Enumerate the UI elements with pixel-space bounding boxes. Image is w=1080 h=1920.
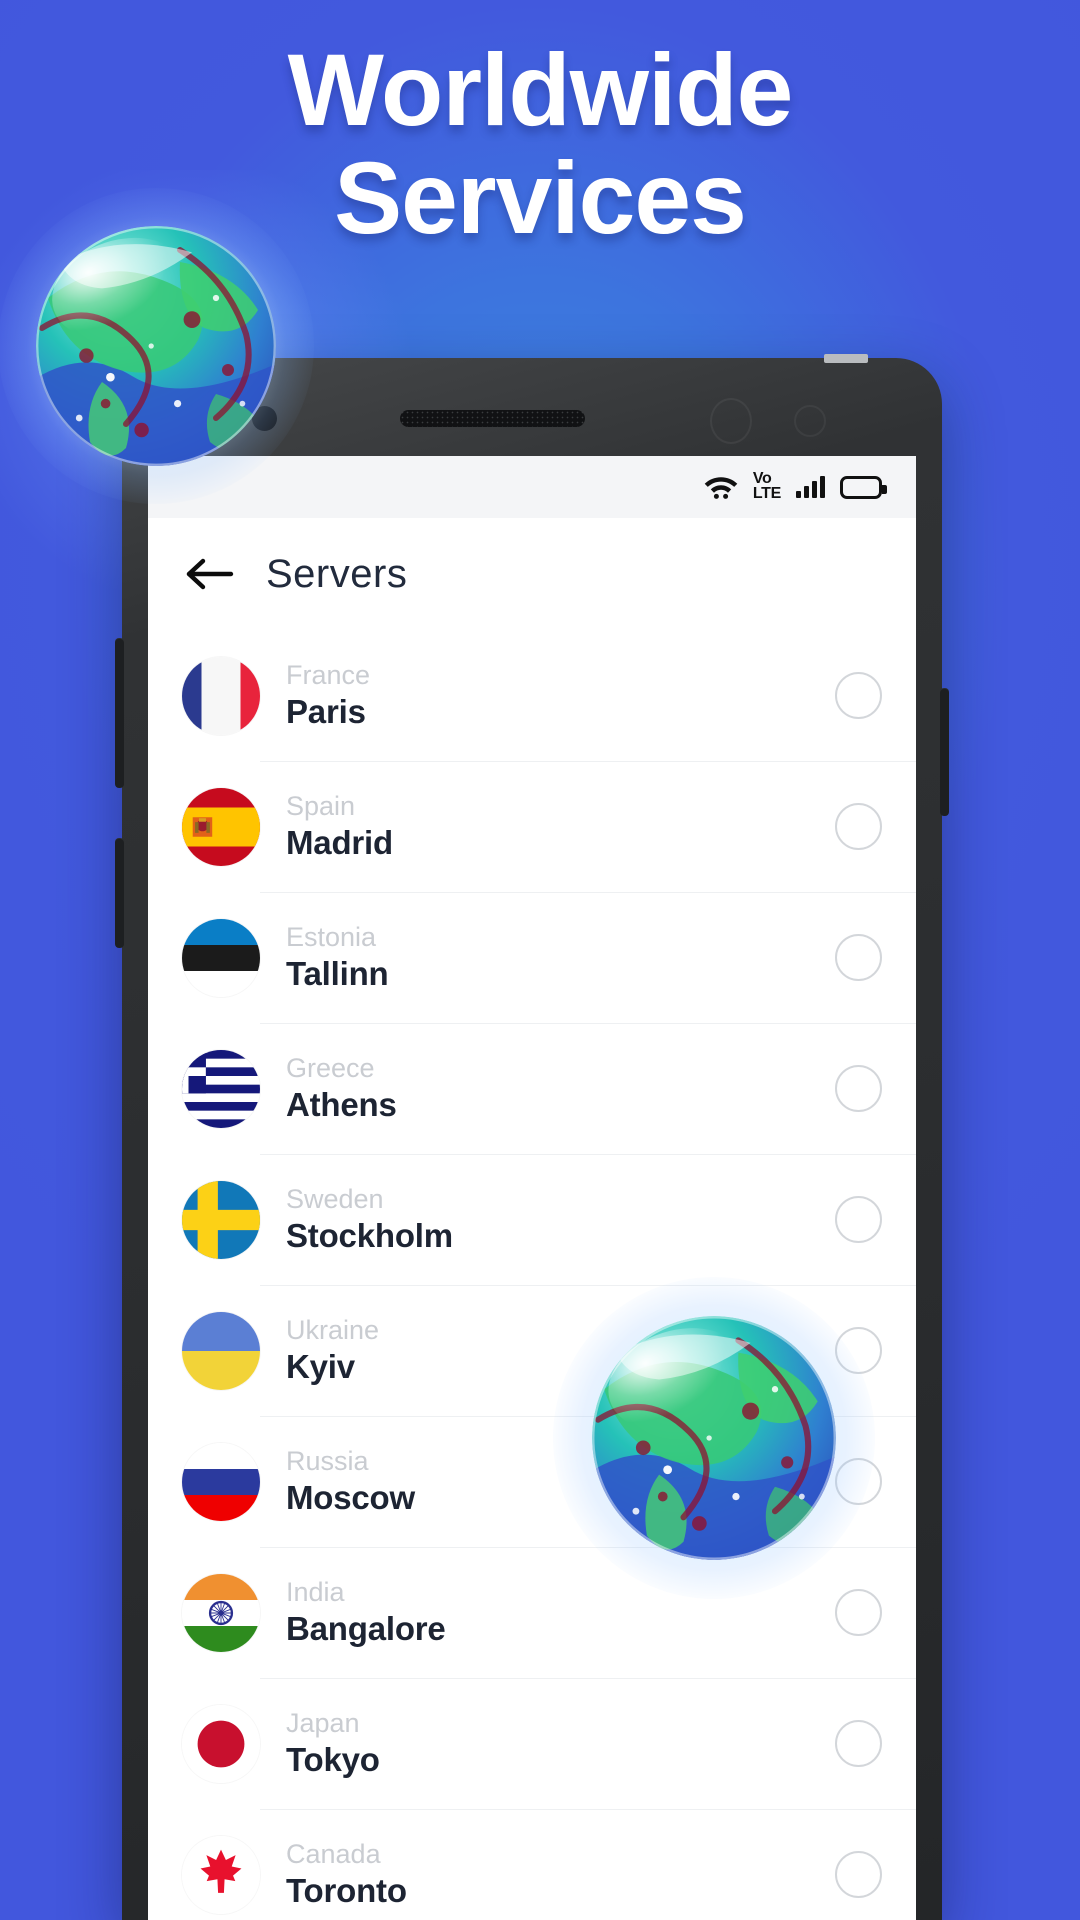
server-info: Greece Athens xyxy=(286,1053,835,1124)
phone-mockup: Vo LTE Servers France Paris Spain Madrid… xyxy=(115,354,949,1920)
flag-canada-icon xyxy=(182,1835,260,1914)
city-label: Tallinn xyxy=(286,954,389,992)
flag-greece-icon xyxy=(182,1049,260,1128)
server-radio-button[interactable] xyxy=(835,1589,882,1636)
city-label: Stockholm xyxy=(286,1216,453,1254)
country-label: Canada xyxy=(286,1838,381,1869)
power-button[interactable] xyxy=(940,688,949,816)
country-label: Greece xyxy=(286,1052,375,1083)
table-row[interactable]: Estonia Tallinn xyxy=(148,892,916,1023)
server-radio-button[interactable] xyxy=(835,1720,882,1767)
city-label: Tokyo xyxy=(286,1740,380,1778)
table-row[interactable]: Japan Tokyo xyxy=(148,1678,916,1809)
city-label: Bangalore xyxy=(286,1609,446,1647)
server-list[interactable]: France Paris Spain Madrid Estonia Tallin… xyxy=(148,630,916,1920)
flag-russia-icon xyxy=(182,1442,260,1521)
flag-japan-icon xyxy=(182,1704,260,1783)
table-row[interactable]: Greece Athens xyxy=(148,1023,916,1154)
flag-sweden-icon xyxy=(182,1180,260,1259)
volte-label-bottom: LTE xyxy=(752,485,781,502)
country-label: Spain xyxy=(286,790,356,821)
globe-icon xyxy=(0,187,315,505)
city-label: Paris xyxy=(286,692,366,730)
server-radio-button[interactable] xyxy=(835,1851,882,1898)
flag-france-icon xyxy=(182,656,260,735)
flag-ukraine-icon xyxy=(182,1311,260,1390)
volume-up-button[interactable] xyxy=(115,638,124,788)
globe-icon xyxy=(552,1276,876,1600)
table-row[interactable]: Spain Madrid xyxy=(148,761,916,892)
table-row[interactable]: France Paris xyxy=(148,630,916,761)
headline-line-1: Worldwide xyxy=(287,33,794,147)
server-info: Canada Toronto xyxy=(286,1839,835,1910)
globe-sphere xyxy=(592,1316,836,1560)
server-info: Spain Madrid xyxy=(286,791,835,862)
wifi-icon xyxy=(704,474,738,500)
country-label: Estonia xyxy=(286,921,377,952)
server-radio-button[interactable] xyxy=(835,672,882,719)
volume-down-button[interactable] xyxy=(115,838,124,948)
page-title: Servers xyxy=(266,551,408,596)
battery-icon xyxy=(840,475,887,499)
status-bar: Vo LTE xyxy=(148,456,916,518)
country-label: Japan xyxy=(286,1707,360,1738)
sensor-ring-b-icon xyxy=(794,405,826,437)
phone-screen: Vo LTE Servers France Paris Spain Madrid… xyxy=(148,456,916,1920)
country-label: France xyxy=(286,659,371,690)
city-label: Toronto xyxy=(286,1871,407,1909)
volte-indicator: Vo LTE xyxy=(752,471,781,502)
flag-estonia-icon xyxy=(182,918,260,997)
server-radio-button[interactable] xyxy=(835,1196,882,1243)
signal-bars-icon xyxy=(796,476,825,498)
table-row[interactable]: Canada Toronto xyxy=(148,1809,916,1920)
city-label: Athens xyxy=(286,1085,397,1123)
flag-india-icon xyxy=(182,1573,260,1652)
server-radio-button[interactable] xyxy=(835,1065,882,1112)
country-label: Sweden xyxy=(286,1183,384,1214)
server-info: Estonia Tallinn xyxy=(286,922,835,993)
earpiece-speaker-icon xyxy=(400,410,585,427)
server-radio-button[interactable] xyxy=(835,934,882,981)
globe-sphere xyxy=(36,226,276,466)
table-row[interactable]: Sweden Stockholm xyxy=(148,1154,916,1285)
server-info: Japan Tokyo xyxy=(286,1708,835,1779)
server-info: France Paris xyxy=(286,660,835,731)
back-arrow-icon[interactable] xyxy=(182,546,238,602)
server-info: Sweden Stockholm xyxy=(286,1184,835,1255)
sensor-ring-a-icon xyxy=(710,398,752,444)
app-bar: Servers xyxy=(148,518,916,630)
city-label: Madrid xyxy=(286,823,393,861)
flag-spain-icon xyxy=(182,787,260,866)
server-radio-button[interactable] xyxy=(835,803,882,850)
